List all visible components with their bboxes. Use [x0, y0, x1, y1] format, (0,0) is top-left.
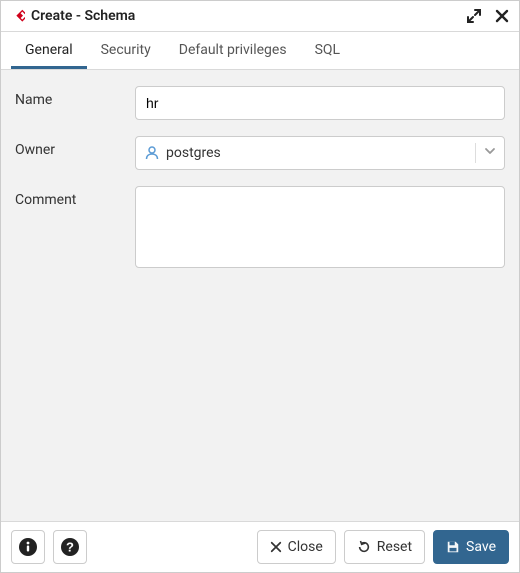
user-icon: [144, 145, 160, 161]
help-button[interactable]: ?: [53, 530, 87, 564]
comment-input[interactable]: [135, 186, 505, 268]
close-window-button[interactable]: [493, 7, 511, 25]
owner-value: postgres: [166, 145, 467, 161]
owner-select[interactable]: postgres: [135, 136, 505, 170]
select-separator: [475, 143, 476, 163]
help-icon: ?: [60, 537, 80, 557]
tab-sql[interactable]: SQL: [301, 32, 354, 69]
reset-icon: [357, 540, 371, 554]
create-schema-dialog: Create - Schema General Security Default…: [0, 0, 520, 573]
info-button[interactable]: [11, 530, 45, 564]
window-controls: [465, 7, 511, 25]
svg-text:?: ?: [66, 540, 74, 555]
form-general: Name Owner postgres: [1, 70, 519, 521]
owner-label: Owner: [15, 136, 135, 158]
row-name: Name: [15, 86, 505, 120]
reset-button[interactable]: Reset: [344, 530, 425, 564]
row-owner: Owner postgres: [15, 136, 505, 170]
close-button[interactable]: Close: [257, 530, 336, 564]
chevron-down-icon: [484, 145, 496, 161]
tab-default-privileges[interactable]: Default privileges: [165, 32, 301, 69]
tab-security[interactable]: Security: [87, 32, 165, 69]
comment-label: Comment: [15, 186, 135, 208]
name-input[interactable]: [135, 86, 505, 120]
maximize-icon: [466, 8, 482, 24]
titlebar: Create - Schema: [1, 1, 519, 32]
schema-icon: [9, 8, 25, 24]
close-icon: [494, 8, 510, 24]
save-button-label: Save: [466, 539, 496, 555]
dialog-title: Create - Schema: [31, 8, 465, 24]
tab-general[interactable]: General: [11, 32, 87, 69]
reset-button-label: Reset: [377, 539, 412, 555]
close-button-label: Close: [288, 539, 323, 555]
row-comment: Comment: [15, 186, 505, 272]
save-icon: [446, 540, 460, 554]
x-icon: [270, 541, 282, 553]
maximize-button[interactable]: [465, 7, 483, 25]
save-button[interactable]: Save: [433, 530, 509, 564]
dialog-footer: ? Close Reset Save: [1, 521, 519, 572]
name-label: Name: [15, 86, 135, 108]
tab-bar: General Security Default privileges SQL: [1, 32, 519, 70]
info-icon: [18, 537, 38, 557]
